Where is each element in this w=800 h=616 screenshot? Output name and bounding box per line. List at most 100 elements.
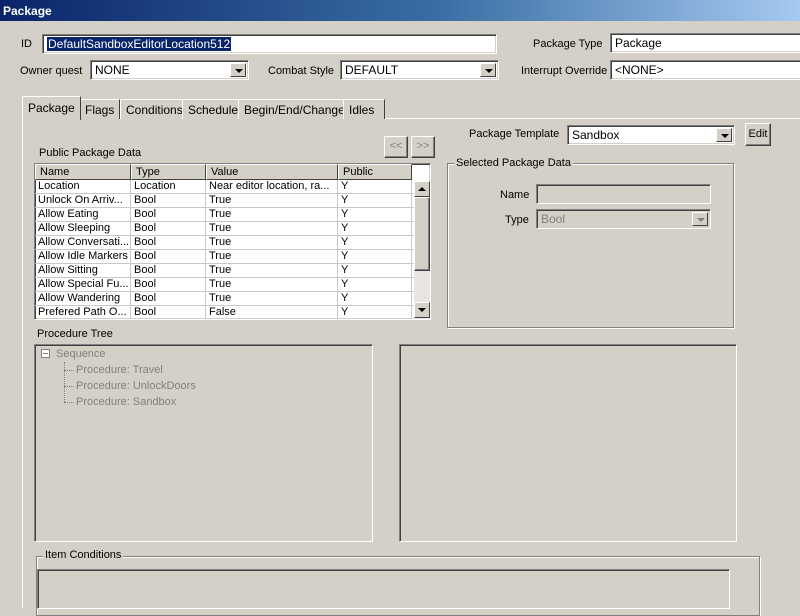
cell-public: Y	[338, 264, 412, 277]
cell-type: Bool	[131, 292, 206, 305]
column-header-type[interactable]: Type	[131, 164, 206, 180]
combat-style-value: DEFAULT	[345, 63, 399, 77]
table-row[interactable]: Allow Wandering Bool True Y	[35, 292, 430, 306]
owner-quest-label: Owner quest	[20, 65, 83, 77]
window-title-bar[interactable]: Package	[0, 0, 800, 21]
tab-conditions[interactable]: Conditions	[120, 99, 189, 119]
cell-type: Bool	[131, 250, 206, 263]
cell-type: Bool	[131, 278, 206, 291]
procedure-tree-view[interactable]: Sequence Procedure: Travel Procedure: Un…	[34, 344, 373, 542]
selected-name-label: Name	[500, 189, 530, 201]
tab-package[interactable]: Package	[22, 96, 81, 120]
package-template-label: Package Template	[469, 128, 560, 140]
cell-public: Y	[338, 194, 412, 207]
scroll-thumb[interactable]	[414, 197, 430, 271]
tree-node-unlockdoors[interactable]: Procedure: UnlockDoors	[76, 378, 196, 394]
package-type-input[interactable]: Package	[610, 33, 800, 53]
cell-type: Bool	[131, 236, 206, 249]
interrupt-override-dropdown[interactable]: <NONE>	[610, 60, 800, 80]
item-conditions-label: Item Conditions	[43, 549, 124, 561]
table-row[interactable]: Allow Conversati... Bool True Y	[35, 236, 430, 250]
tab-idles[interactable]: Idles	[343, 99, 385, 119]
tab-label: Idles	[349, 103, 375, 117]
column-header-name[interactable]: Name	[35, 164, 131, 180]
tree-node-root[interactable]: Sequence	[56, 346, 106, 362]
cell-name: Allow Sleeping	[35, 222, 131, 235]
cell-value: True	[206, 264, 338, 277]
cell-name: Allow Idle Markers	[35, 250, 131, 263]
interrupt-override-value: <NONE>	[615, 63, 664, 77]
combat-style-label: Combat Style	[268, 65, 335, 77]
cell-value: True	[206, 236, 338, 249]
column-header-value[interactable]: Value	[206, 164, 338, 180]
tab-begin-end-change[interactable]: Begin/End/Change	[238, 99, 351, 119]
selected-name-input[interactable]	[536, 184, 711, 204]
tab-label: Flags	[85, 103, 115, 117]
table-row[interactable]: Allow Idle Markers Bool True Y	[35, 250, 430, 264]
edit-template-button[interactable]: Edit	[745, 123, 771, 146]
list-body: Location Location Near editor location, ra…	[35, 180, 430, 319]
item-conditions-list[interactable]	[37, 569, 730, 609]
column-header-public[interactable]: Public	[338, 164, 412, 180]
table-row[interactable]: Allow Special Fu... Bool True Y	[35, 278, 430, 292]
tree-connector	[64, 370, 74, 371]
cell-name: Allow Conversati...	[35, 236, 131, 249]
cell-type: Bool	[131, 194, 206, 207]
combat-style-dropdown[interactable]: DEFAULT	[340, 60, 499, 80]
window-title: Package	[3, 4, 52, 18]
public-data-list[interactable]: Name Type Value Public Location Location N…	[34, 163, 431, 320]
tree-node-travel[interactable]: Procedure: Travel	[76, 362, 163, 378]
scroll-up-arrow-icon[interactable]	[414, 181, 430, 197]
chevron-down-icon[interactable]	[230, 63, 246, 77]
chevron-down-icon[interactable]	[692, 212, 708, 226]
tree-node-sandbox[interactable]: Procedure: Sandbox	[76, 394, 176, 410]
cell-name: Prefered Path O...	[35, 306, 131, 319]
tab-schedule[interactable]: Schedule	[182, 99, 245, 119]
cell-public: Y	[338, 278, 412, 291]
previous-nav-button[interactable]: <<	[384, 136, 408, 158]
cell-name: Allow Special Fu...	[35, 278, 131, 291]
chevron-down-icon[interactable]	[480, 63, 496, 77]
cell-name: Allow Wandering	[35, 292, 131, 305]
selected-type-label: Type	[505, 214, 529, 226]
cell-name: Location	[35, 180, 131, 193]
table-row[interactable]: Allow Sitting Bool True Y	[35, 264, 430, 278]
next-nav-button[interactable]: >>	[411, 136, 435, 158]
cell-value: False	[206, 306, 338, 319]
list-vertical-scrollbar[interactable]	[414, 181, 430, 319]
cell-value: True	[206, 292, 338, 305]
table-row[interactable]: Unlock On Arriv... Bool True Y	[35, 194, 430, 208]
table-row[interactable]: Allow Eating Bool True Y	[35, 208, 430, 222]
tab-flags[interactable]: Flags	[79, 99, 121, 119]
cell-public: Y	[338, 306, 412, 319]
cell-public: Y	[338, 250, 412, 263]
cell-value: True	[206, 208, 338, 221]
table-row[interactable]: Prefered Path O... Bool False Y	[35, 306, 430, 319]
id-input[interactable]: DefaultSandboxEditorLocation512	[42, 34, 497, 54]
selected-package-data-label: Selected Package Data	[454, 157, 573, 169]
tree-connector	[64, 402, 74, 403]
tab-label: Begin/End/Change	[244, 103, 345, 117]
list-header: Name Type Value Public	[35, 164, 430, 180]
chevron-down-icon[interactable]	[716, 128, 732, 142]
cell-type: Location	[131, 180, 206, 193]
tab-label: Schedule	[188, 103, 239, 117]
selected-type-dropdown[interactable]: Bool	[536, 209, 711, 229]
cell-value: True	[206, 194, 338, 207]
cell-public: Y	[338, 222, 412, 235]
cell-public: Y	[338, 180, 412, 193]
edit-template-button-label: Edit	[748, 128, 768, 140]
owner-quest-dropdown[interactable]: NONE	[90, 60, 249, 80]
cell-type: Bool	[131, 208, 206, 221]
cell-value: True	[206, 278, 338, 291]
procedure-tree-label: Procedure Tree	[37, 328, 113, 340]
scroll-down-arrow-icon[interactable]	[414, 302, 430, 318]
package-template-dropdown[interactable]: Sandbox	[567, 125, 735, 145]
package-template-value: Sandbox	[572, 128, 620, 142]
table-row[interactable]: Allow Sleeping Bool True Y	[35, 222, 430, 236]
cell-value: True	[206, 222, 338, 235]
tree-expander-icon[interactable]	[41, 349, 50, 358]
cell-value: True	[206, 250, 338, 263]
table-row[interactable]: Location Location Near editor location, ra…	[35, 180, 430, 194]
cell-public: Y	[338, 292, 412, 305]
